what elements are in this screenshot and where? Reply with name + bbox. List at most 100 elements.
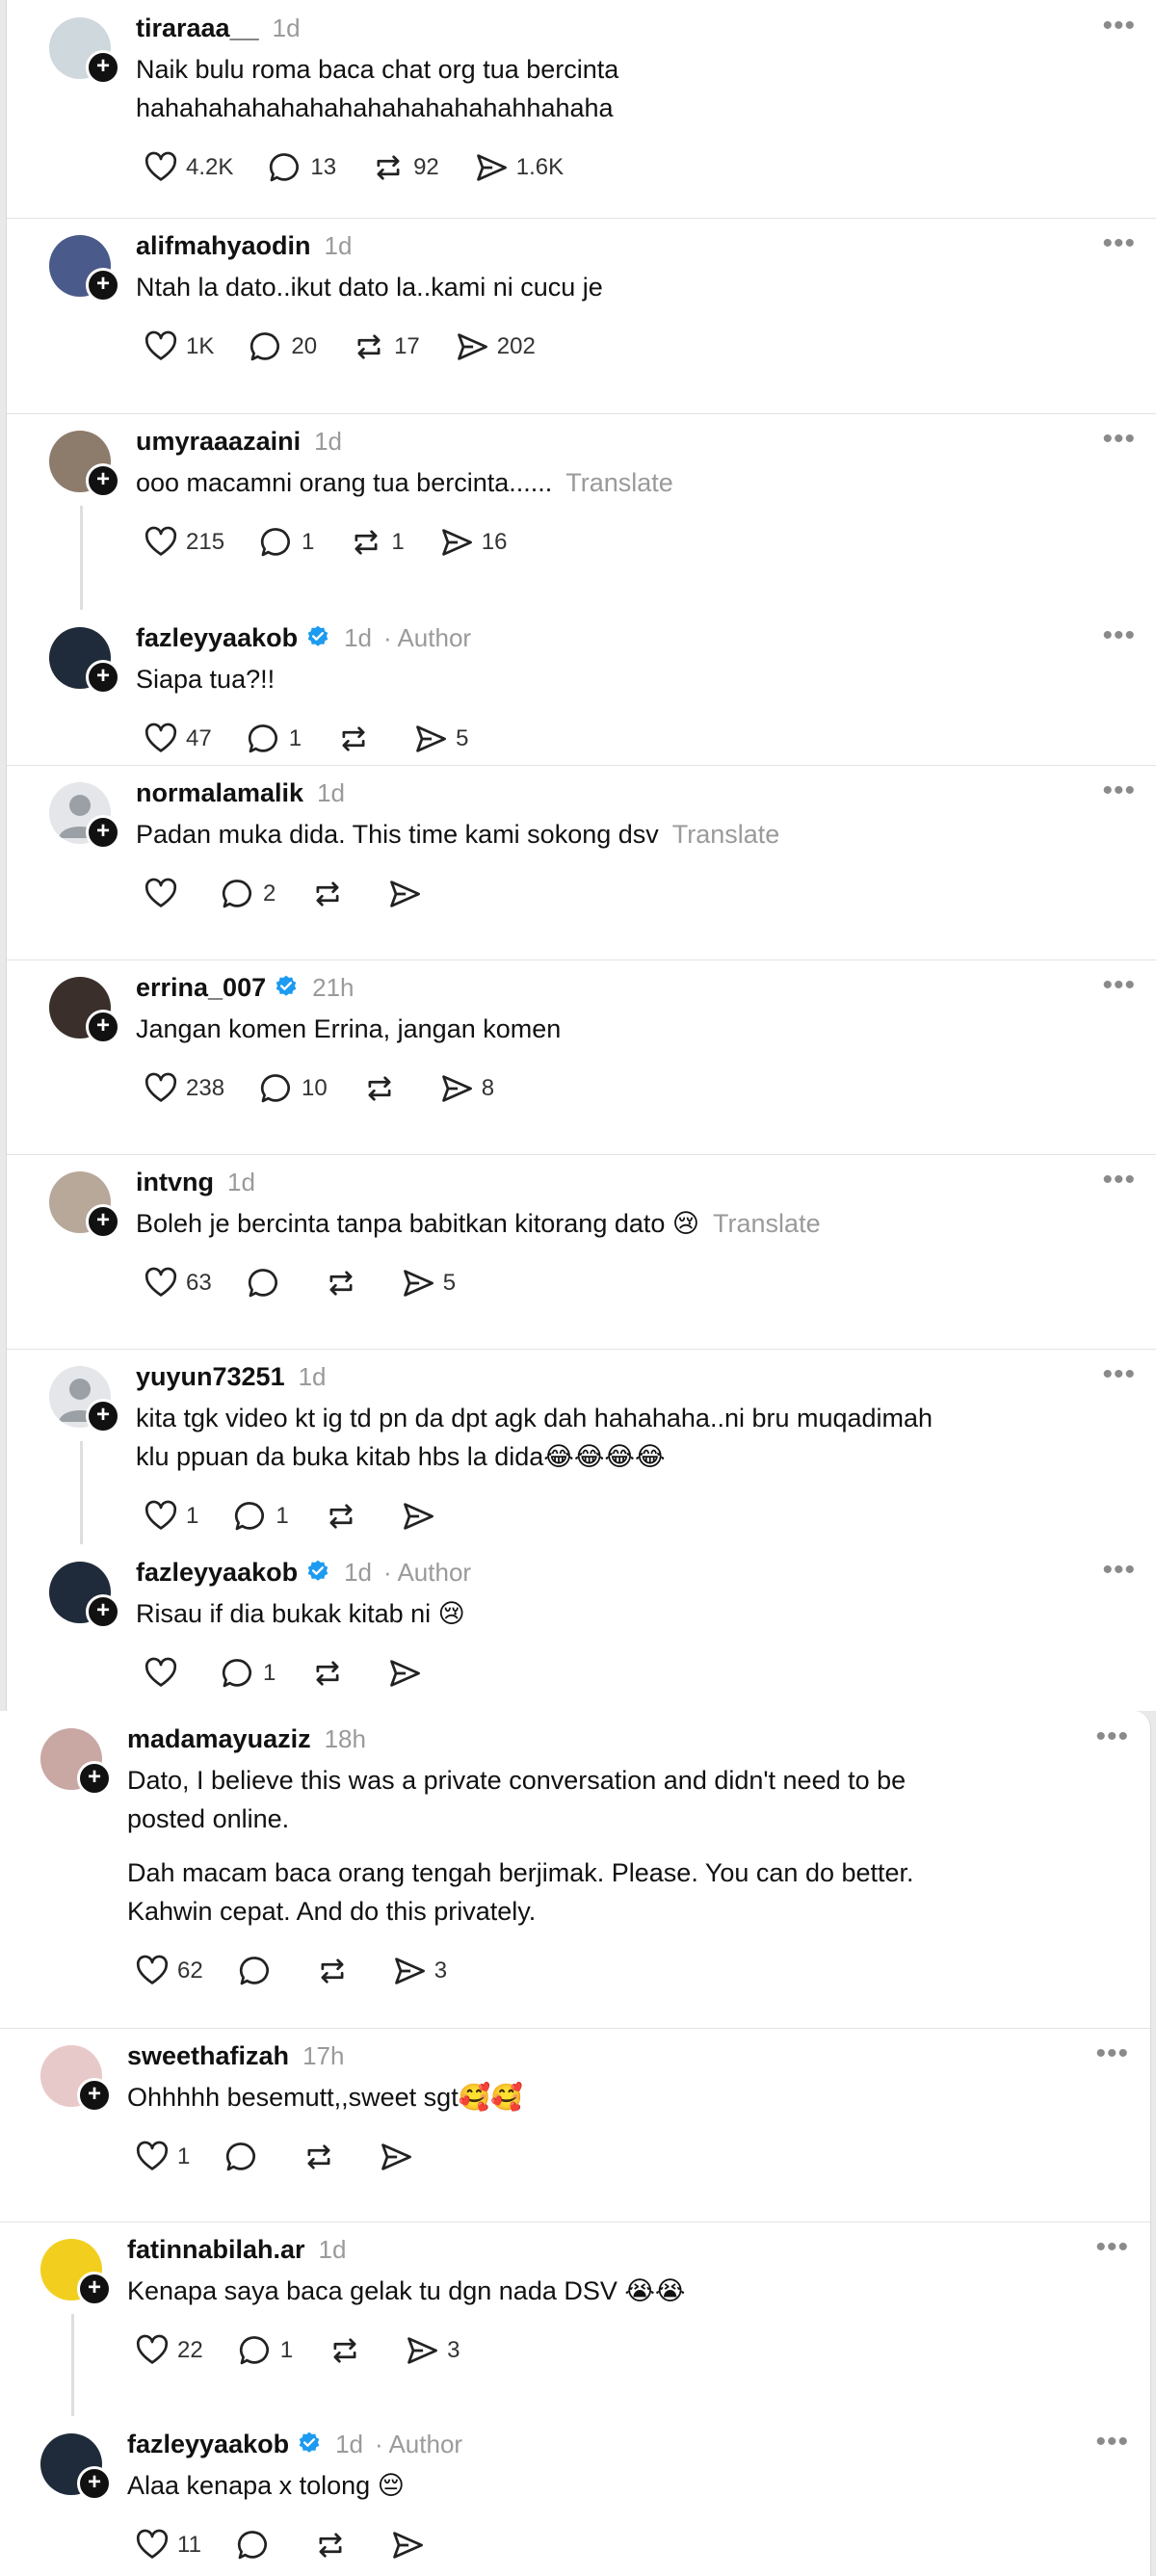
username[interactable]: fazleyyaakob <box>136 1558 298 1587</box>
like-button[interactable]: 11 <box>127 2528 201 2563</box>
follow-plus-icon[interactable]: + <box>86 1204 120 1239</box>
repost-button[interactable] <box>307 1954 357 1988</box>
follow-plus-icon[interactable]: + <box>86 1399 120 1433</box>
repost-button[interactable] <box>328 722 379 756</box>
repost-button[interactable] <box>302 877 353 911</box>
translate-link[interactable]: Translate <box>713 1209 821 1238</box>
follow-plus-icon[interactable]: + <box>86 660 120 695</box>
username[interactable]: sweethafizah <box>127 2041 289 2070</box>
more-options-icon[interactable]: ••• <box>1102 10 1136 42</box>
username[interactable]: yuyun73251 <box>136 1362 285 1391</box>
share-button[interactable]: 5 <box>406 722 468 756</box>
share-button[interactable] <box>380 877 430 911</box>
reply-button[interactable]: 10 <box>251 1071 328 1106</box>
reply-button[interactable]: 1 <box>225 1499 289 1534</box>
reply-body: kita tgk video kt ig td pn da dpt agk da… <box>136 1404 933 1471</box>
like-button[interactable]: 63 <box>136 1266 212 1301</box>
like-button[interactable] <box>136 1656 186 1691</box>
follow-plus-icon[interactable]: + <box>86 815 120 850</box>
like-button[interactable]: 62 <box>127 1954 203 1988</box>
reply-button[interactable] <box>228 2528 278 2563</box>
share-button[interactable] <box>371 2140 421 2174</box>
repost-button[interactable] <box>302 1656 353 1691</box>
repost-button[interactable]: 92 <box>363 150 439 185</box>
reply-button[interactable]: 1 <box>230 2333 293 2368</box>
follow-plus-icon[interactable]: + <box>77 2466 112 2501</box>
share-button[interactable]: 1.6K <box>466 150 564 185</box>
like-button[interactable]: 1 <box>136 1499 198 1534</box>
follow-plus-icon[interactable]: + <box>86 268 120 302</box>
like-button[interactable]: 1 <box>127 2140 190 2174</box>
reply-button[interactable]: 2 <box>213 877 276 911</box>
share-button[interactable] <box>380 1656 430 1691</box>
username[interactable]: fazleyyaakob <box>127 2430 289 2458</box>
more-options-icon[interactable]: ••• <box>1095 2426 1129 2458</box>
repost-button[interactable] <box>294 2140 344 2174</box>
username[interactable]: umyraaazaini <box>136 427 301 456</box>
share-button[interactable]: 8 <box>432 1071 494 1106</box>
repost-button[interactable]: 1 <box>341 525 405 560</box>
repost-button[interactable]: 17 <box>344 329 420 364</box>
repost-icon <box>313 2528 348 2563</box>
share-button[interactable] <box>393 1499 443 1534</box>
username[interactable]: tiraraaa__ <box>136 13 259 42</box>
more-options-icon[interactable]: ••• <box>1102 423 1136 456</box>
like-icon <box>144 1656 178 1691</box>
follow-plus-icon[interactable]: + <box>77 2272 112 2306</box>
username[interactable]: fazleyyaakob <box>136 623 298 652</box>
reply-text: Ohhhhh besemutt,,sweet sgt🥰🥰 <box>127 2078 523 2116</box>
repost-button[interactable] <box>305 2528 355 2563</box>
like-button[interactable]: 47 <box>136 722 212 756</box>
more-options-icon[interactable]: ••• <box>1102 969 1136 1002</box>
username[interactable]: madamayuaziz <box>127 1724 311 1753</box>
more-options-icon[interactable]: ••• <box>1102 619 1136 652</box>
reply-button[interactable]: 1 <box>251 525 314 560</box>
share-count: 5 <box>456 725 469 751</box>
repost-button[interactable] <box>355 1071 405 1106</box>
share-button[interactable] <box>382 2528 433 2563</box>
repost-button[interactable] <box>316 1266 366 1301</box>
follow-plus-icon[interactable]: + <box>86 1010 120 1044</box>
translate-link[interactable]: Translate <box>565 468 673 497</box>
reply-button[interactable]: 20 <box>241 329 317 364</box>
translate-link[interactable]: Translate <box>672 820 780 849</box>
like-button[interactable]: 4.2K <box>136 150 233 185</box>
follow-plus-icon[interactable]: + <box>86 50 120 85</box>
more-options-icon[interactable]: ••• <box>1102 1164 1136 1196</box>
reply-button[interactable]: 1 <box>239 722 302 756</box>
username[interactable]: errina_007 <box>136 973 266 1002</box>
follow-plus-icon[interactable]: + <box>77 2078 112 2113</box>
like-button[interactable]: 22 <box>127 2333 203 2368</box>
reply-button[interactable] <box>230 1954 280 1988</box>
more-options-icon[interactable]: ••• <box>1095 2231 1129 2264</box>
username[interactable]: fatinnabilah.ar <box>127 2235 305 2264</box>
share-button[interactable]: 3 <box>397 2333 460 2368</box>
more-options-icon[interactable]: ••• <box>1095 2037 1129 2070</box>
like-button[interactable]: 215 <box>136 525 224 560</box>
more-options-icon[interactable]: ••• <box>1102 775 1136 807</box>
share-button[interactable]: 5 <box>393 1266 456 1301</box>
follow-plus-icon[interactable]: + <box>86 1594 120 1629</box>
share-button[interactable]: 202 <box>447 329 536 364</box>
share-button[interactable]: 16 <box>432 525 507 560</box>
more-options-icon[interactable]: ••• <box>1102 1554 1136 1587</box>
more-options-icon[interactable]: ••• <box>1102 1358 1136 1391</box>
follow-plus-icon[interactable]: + <box>77 1761 112 1796</box>
follow-plus-icon[interactable]: + <box>86 463 120 498</box>
share-icon <box>413 722 448 756</box>
username[interactable]: normalamalik <box>136 778 303 807</box>
reply-button[interactable]: 13 <box>260 150 336 185</box>
repost-button[interactable] <box>320 2333 370 2368</box>
username[interactable]: intvng <box>136 1168 214 1196</box>
repost-button[interactable] <box>316 1499 366 1534</box>
more-options-icon[interactable]: ••• <box>1102 227 1136 260</box>
share-button[interactable]: 3 <box>384 1954 447 1988</box>
reply-button[interactable] <box>239 1266 289 1301</box>
username[interactable]: alifmahyaodin <box>136 231 311 260</box>
reply-button[interactable]: 1 <box>213 1656 276 1691</box>
like-button[interactable] <box>136 877 186 911</box>
like-button[interactable]: 238 <box>136 1071 224 1106</box>
reply-button[interactable] <box>217 2140 267 2174</box>
like-button[interactable]: 1K <box>136 329 214 364</box>
more-options-icon[interactable]: ••• <box>1095 1721 1129 1753</box>
